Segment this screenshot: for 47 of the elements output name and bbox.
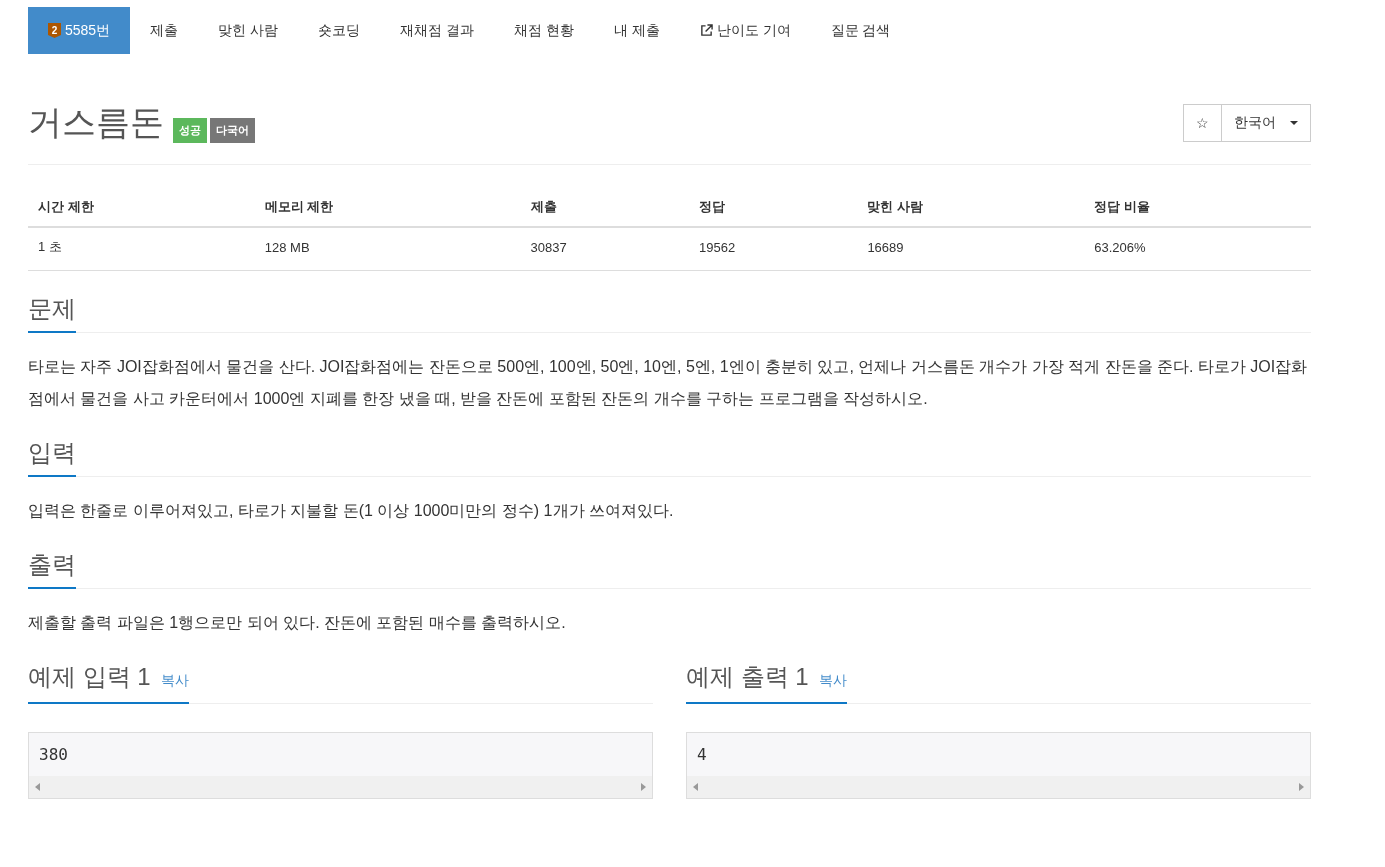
sample-heading: 예제 출력 1: [686, 662, 809, 692]
nav-tab[interactable]: 채점 현황: [493, 7, 594, 54]
section-heading: 출력: [28, 549, 76, 589]
status-label: 다국어: [210, 118, 255, 143]
right-arrow-icon[interactable]: [641, 783, 646, 791]
nav-tab[interactable]: 내 제출: [593, 7, 680, 54]
table-cell: 16689: [857, 227, 1085, 271]
column-header: 정답 비율: [1084, 187, 1311, 227]
column-header: 정답: [689, 187, 858, 227]
copy-link[interactable]: 복사: [818, 672, 847, 690]
sample-heading: 예제 입력 1: [28, 662, 151, 692]
nav-tab[interactable]: 질문 검색: [810, 7, 911, 54]
nav-tab[interactable]: 제출: [130, 7, 199, 54]
left-arrow-icon[interactable]: [35, 783, 40, 791]
column-header: 맞힌 사람: [857, 187, 1085, 227]
left-arrow-icon[interactable]: [693, 783, 698, 791]
right-arrow-icon[interactable]: [1299, 783, 1304, 791]
table-cell: 19562: [689, 227, 858, 271]
copy-link[interactable]: 복사: [160, 672, 189, 690]
horizontal-scrollbar[interactable]: [29, 776, 652, 798]
external-link-icon: [699, 24, 713, 37]
nav-tab[interactable]: 재채점 결과: [380, 7, 494, 54]
section-heading: 입력: [28, 437, 76, 477]
sample-content: 4: [696, 744, 708, 766]
table-cell: 30837: [520, 227, 689, 271]
nav-tab[interactable]: 숏코딩: [298, 7, 381, 54]
horizontal-scrollbar[interactable]: [687, 776, 1310, 798]
section-heading: 문제: [28, 293, 76, 333]
section-text: 제출할 출력 파일은 1행으로만 되어 있다. 잔돈에 포함된 매수를 출력하시오.: [28, 613, 567, 633]
table-cell: 128 MB: [254, 227, 521, 271]
column-header: 제출: [520, 187, 689, 227]
column-header: 시간 제한: [28, 187, 255, 227]
tier-badge: 2: [48, 23, 61, 38]
favorite-button[interactable]: ☆: [1183, 104, 1222, 142]
language-dropdown[interactable]: 한국어: [1222, 104, 1311, 142]
nav-tab[interactable]: 2 5585번: [28, 7, 131, 54]
table-cell: 63.206%: [1084, 227, 1311, 271]
problem-title: 거스름돈: [28, 102, 164, 143]
column-header: 메모리 제한: [254, 187, 521, 227]
section-text: 입력은 한줄로 이루어져있고, 타로가 지불할 돈(1 이상 1000미만의 정수) 1개가 쓰여져있다.: [28, 501, 675, 521]
nav-tab[interactable]: 난이도 기여: [679, 7, 811, 54]
caret-icon: [1290, 121, 1298, 125]
table-cell: 1 초: [28, 227, 255, 271]
sample-content: 380: [38, 744, 69, 766]
status-label: 성공: [173, 118, 207, 143]
section-text: 타로는 자주 JOI잡화점에서 물건을 산다. JOI잡화점에는 잔돈으로 500엔, 100엔, 50엔, 10엔, 5엔, 1엔이 충분히 있고, 언제나 거스름돈 개수가 가장 적게 잔돈을 준다. 타로가 JOI잡화점에서 물건을 사고 카운터에서 1000엔 지폐를 한장 냈을 때, 받을 잔돈에 포함된 잔돈의 개수를 구하는 프로그램을 작성하시오.: [28, 357, 1309, 409]
nav-tab[interactable]: 맞힌 사람: [198, 7, 299, 54]
